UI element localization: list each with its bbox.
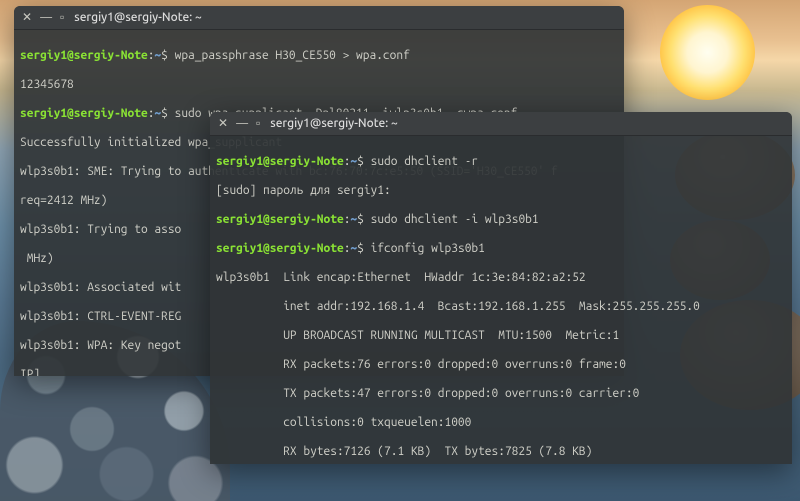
prompt-line: sergiy1@sergiy-Note:~$ wpa_passphrase H3… <box>20 49 618 64</box>
terminal-window-2[interactable]: ✕ — ▫ sergiy1@sergiy-Note: ~ sergiy1@ser… <box>210 112 792 464</box>
output-line: UP BROADCAST RUNNING MULTICAST MTU:1500 … <box>216 329 786 344</box>
titlebar[interactable]: ✕ — ▫ sergiy1@sergiy-Note: ~ <box>210 112 792 136</box>
minimize-icon[interactable]: — <box>236 118 248 130</box>
output-line: TX packets:47 errors:0 dropped:0 overrun… <box>216 387 786 402</box>
terminal-content[interactable]: sergiy1@sergiy-Note:~$ sudo dhclient -r … <box>210 136 792 464</box>
output-line: collisions:0 txqueuelen:1000 <box>216 416 786 431</box>
close-icon[interactable]: ✕ <box>22 12 32 24</box>
window-controls: ✕ — ▫ <box>218 118 260 130</box>
prompt-line: sergiy1@sergiy-Note:~$ sudo dhclient -i … <box>216 213 786 228</box>
output-line: RX packets:76 errors:0 dropped:0 overrun… <box>216 358 786 373</box>
wallpaper-sun <box>660 5 755 100</box>
output-line: [sudo] пароль для sergiy1: <box>216 184 786 199</box>
output-line: wlp3s0b1 Link encap:Ethernet HWaddr 1c:3… <box>216 271 786 286</box>
minimize-icon[interactable]: — <box>40 12 52 24</box>
window-controls: ✕ — ▫ <box>22 12 64 24</box>
close-icon[interactable]: ✕ <box>218 118 228 130</box>
titlebar[interactable]: ✕ — ▫ sergiy1@sergiy-Note: ~ <box>14 6 624 30</box>
window-title: sergiy1@sergiy-Note: ~ <box>74 11 616 24</box>
output-line: 12345678 <box>20 78 618 93</box>
window-title: sergiy1@sergiy-Note: ~ <box>270 117 784 130</box>
output-line: inet addr:192.168.1.4 Bcast:192.168.1.25… <box>216 300 786 315</box>
maximize-icon[interactable]: ▫ <box>256 118 260 130</box>
prompt-line: sergiy1@sergiy-Note:~$ ifconfig wlp3s0b1 <box>216 242 786 257</box>
prompt-line: sergiy1@sergiy-Note:~$ sudo dhclient -r <box>216 155 786 170</box>
maximize-icon[interactable]: ▫ <box>60 12 64 24</box>
output-line: RX bytes:7126 (7.1 KB) TX bytes:7825 (7.… <box>216 445 786 460</box>
